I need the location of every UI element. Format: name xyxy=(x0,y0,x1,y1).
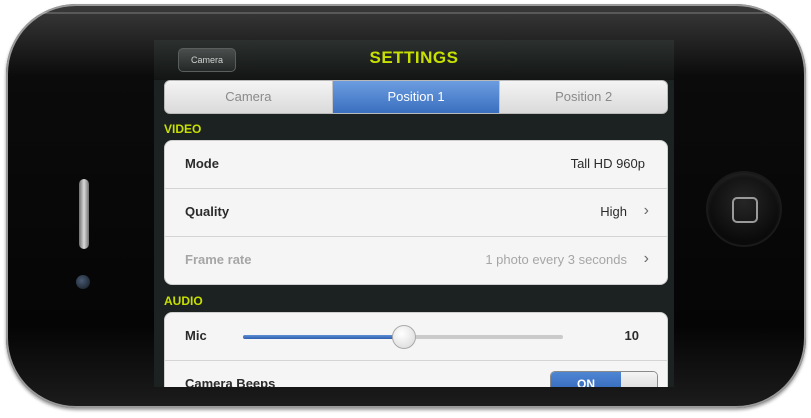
navigation-bar: Camera SETTINGS xyxy=(154,40,674,80)
side-button xyxy=(79,179,89,249)
setting-label: Quality xyxy=(185,204,230,219)
toggle-knob xyxy=(621,372,657,387)
chevron-right-icon: › xyxy=(643,202,649,219)
phone-frame: Camera SETTINGS Camera Position 1 Positi… xyxy=(6,4,806,408)
setting-value: High xyxy=(600,204,627,219)
home-button-icon xyxy=(732,197,758,223)
home-button[interactable] xyxy=(708,173,780,245)
section-header-audio: AUDIO xyxy=(164,294,203,308)
tab-position-2[interactable]: Position 2 xyxy=(499,81,667,113)
mic-slider-fill xyxy=(243,335,403,339)
tab-position-1[interactable]: Position 1 xyxy=(331,81,500,113)
video-settings-group: Mode Tall HD 960p Quality High › Frame r… xyxy=(164,140,668,285)
setting-row-quality[interactable]: Quality High › xyxy=(165,188,667,236)
setting-row-mode[interactable]: Mode Tall HD 960p xyxy=(165,141,667,188)
setting-label: Mic xyxy=(185,328,207,343)
page-title: SETTINGS xyxy=(369,48,459,67)
setting-label: Frame rate xyxy=(185,252,252,267)
mic-value: 10 xyxy=(624,328,639,343)
mic-slider-track[interactable] xyxy=(243,325,563,349)
setting-label: Camera Beeps xyxy=(185,376,276,387)
camera-beeps-toggle[interactable]: ON xyxy=(550,371,658,387)
setting-row-camera-beeps: Camera Beeps ON xyxy=(165,360,667,387)
bezel-highlight xyxy=(26,12,786,14)
chevron-right-icon: › xyxy=(643,250,649,267)
setting-row-frame-rate[interactable]: Frame rate 1 photo every 3 seconds › xyxy=(165,236,667,284)
audio-settings-group: Mic 10 Camera Beeps ON xyxy=(164,312,668,387)
setting-label: Mode xyxy=(185,156,219,171)
section-header-video: VIDEO xyxy=(164,122,202,136)
setting-row-mic: Mic 10 xyxy=(165,313,667,360)
toggle-on-label: ON xyxy=(551,372,621,387)
setting-value: 1 photo every 3 seconds xyxy=(485,252,627,267)
setting-value: Tall HD 960p xyxy=(570,156,645,171)
app-screen: Camera SETTINGS Camera Position 1 Positi… xyxy=(154,40,674,387)
position-segmented-control: Camera Position 1 Position 2 xyxy=(164,80,668,114)
tab-camera[interactable]: Camera xyxy=(165,81,332,113)
front-camera xyxy=(76,275,90,289)
mic-slider-thumb[interactable] xyxy=(392,325,416,349)
